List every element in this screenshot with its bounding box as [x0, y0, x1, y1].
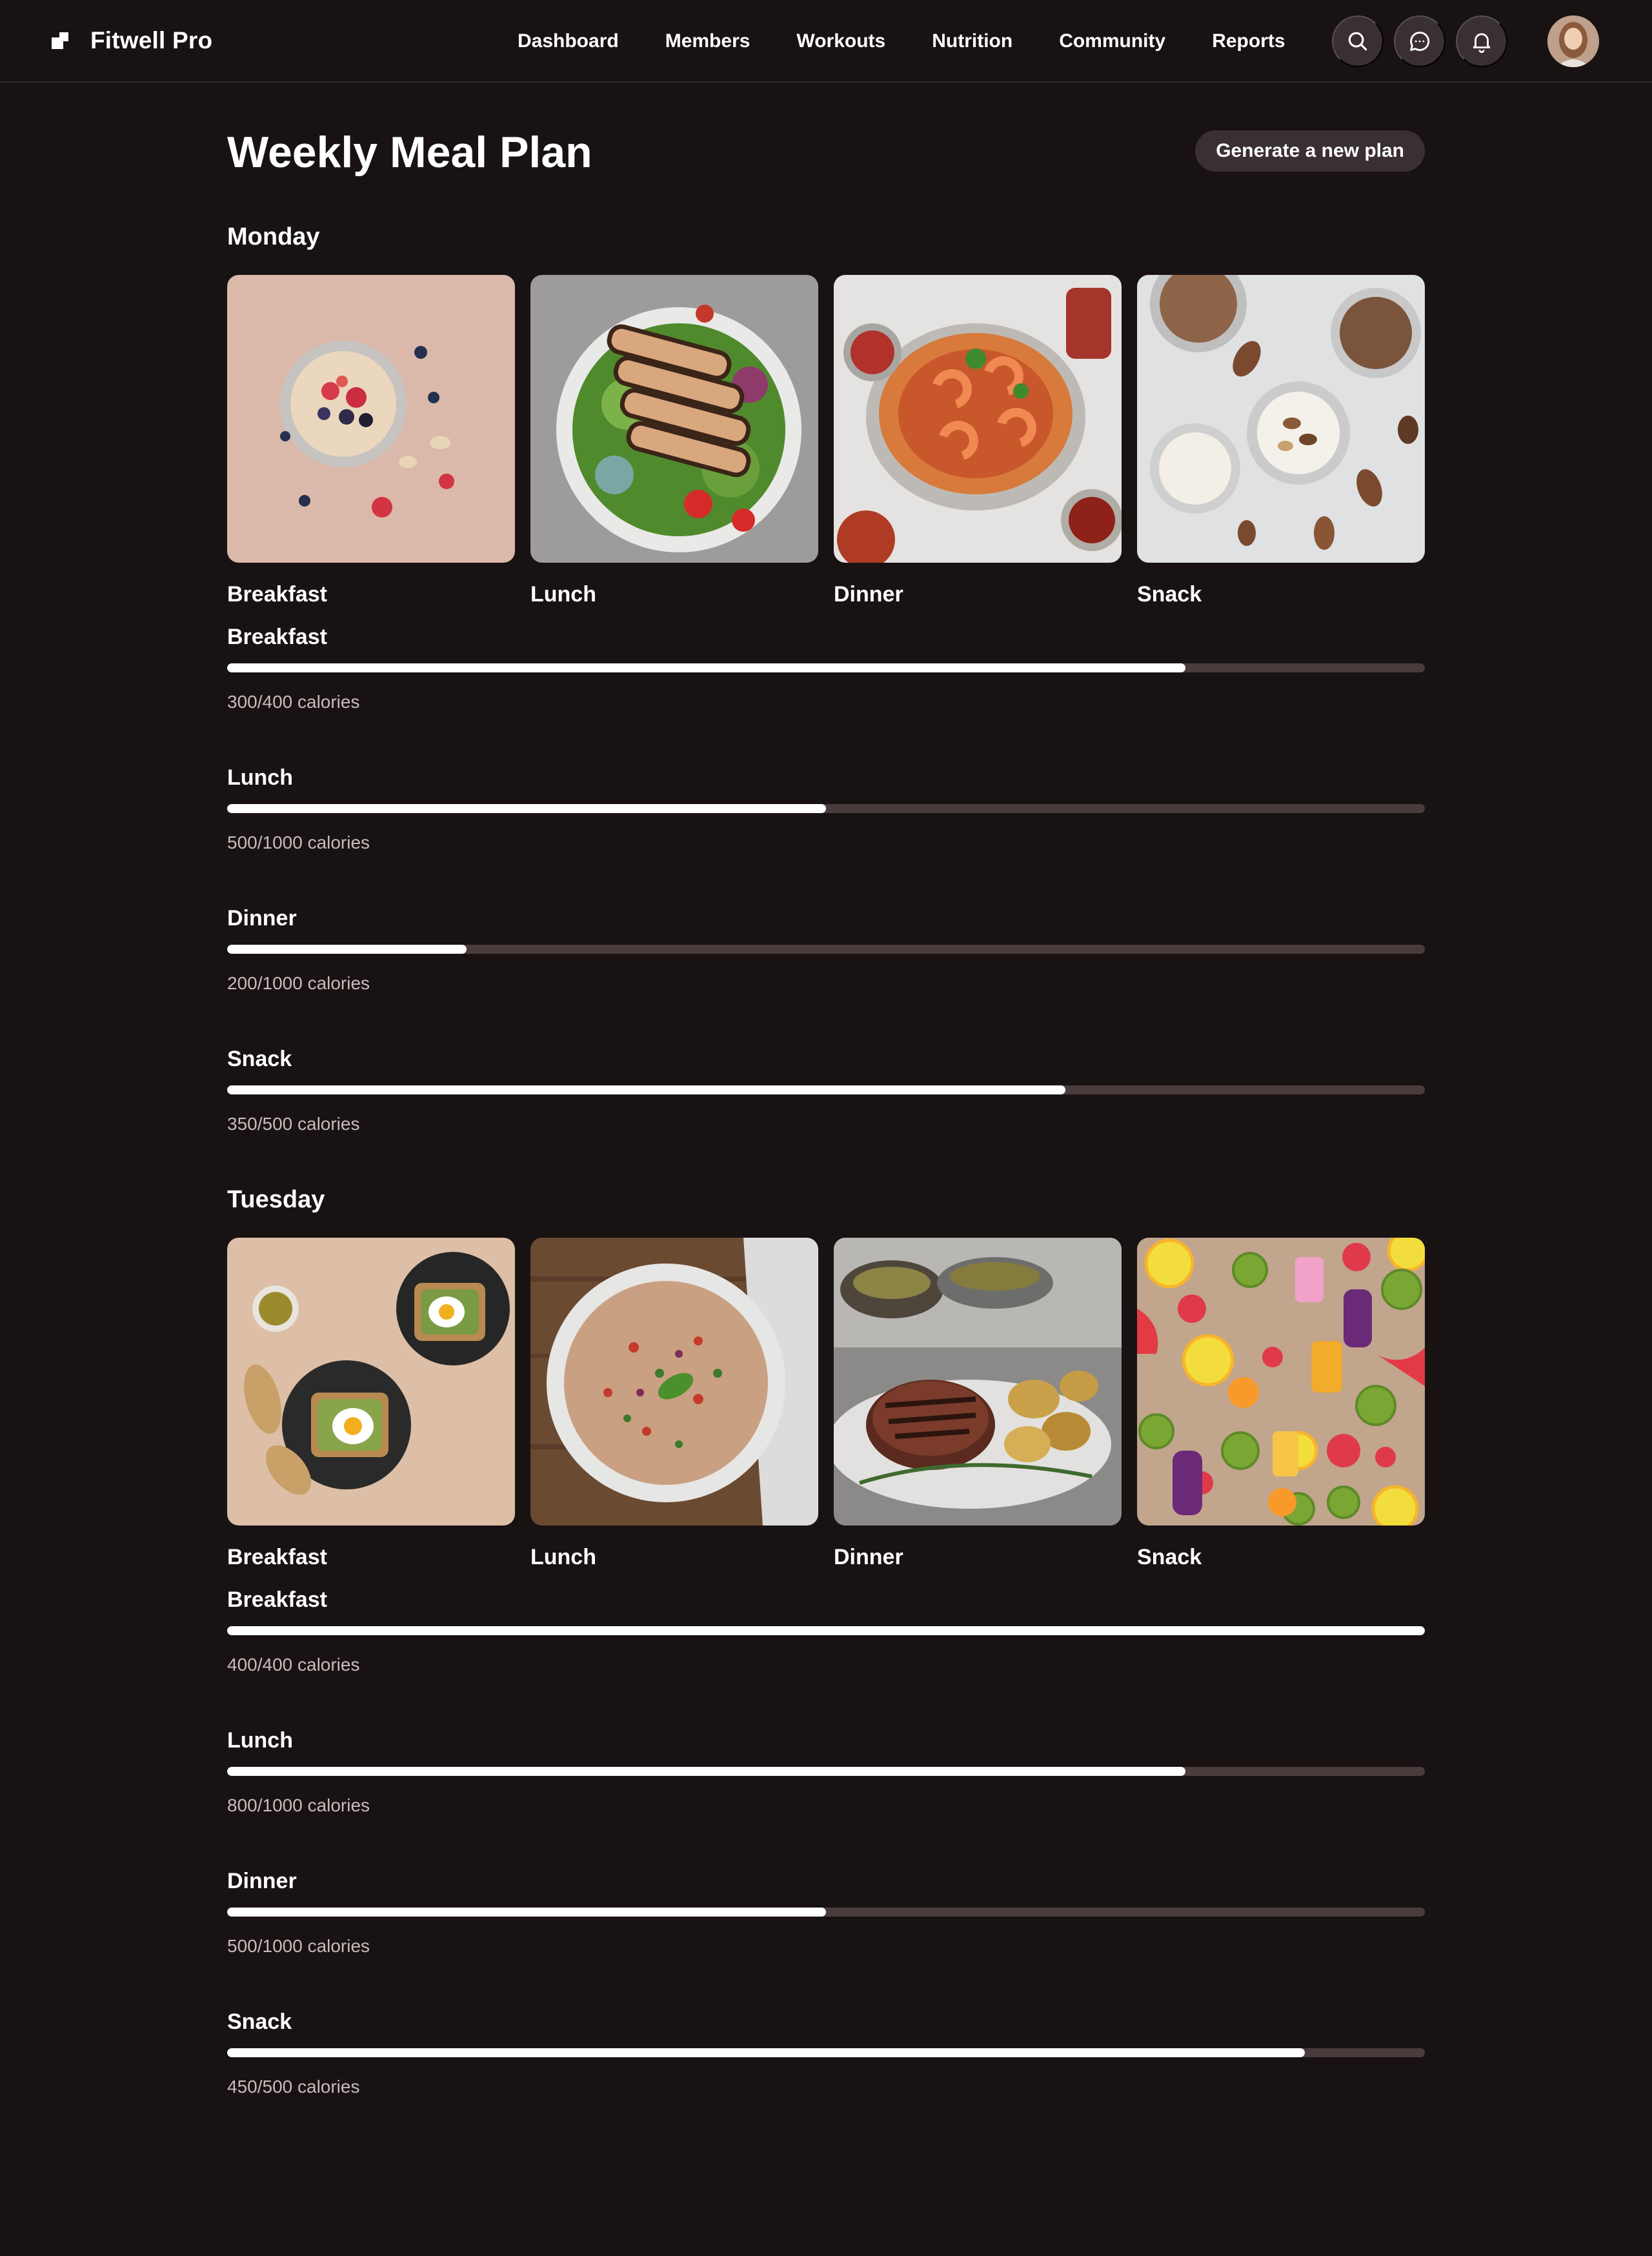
progress-item-dinner: Dinner 500/1000 calories — [227, 1869, 1425, 2009]
brand-logo-icon — [52, 32, 68, 49]
meal-card-snack[interactable]: Snack — [1137, 275, 1425, 607]
search-button[interactable] — [1332, 15, 1384, 67]
day-title: Monday — [227, 223, 320, 250]
progress-label: Lunch — [227, 1728, 293, 1753]
meal-card-lunch[interactable]: Lunch — [530, 1238, 818, 1569]
progress-label: Breakfast — [227, 1587, 327, 1612]
progress-bar — [227, 1626, 1425, 1635]
oatmeal-with-berries-image — [227, 275, 515, 563]
meal-grid: Breakfast Lunch Dinner Snack — [227, 1238, 1425, 1569]
progress-label: Snack — [227, 2009, 292, 2034]
nav-item-workouts[interactable]: Workouts — [796, 30, 885, 52]
grilled-chicken-salad-image — [530, 275, 818, 563]
progress-label: Snack — [227, 1047, 292, 1071]
calorie-text: 800/1000 calories — [227, 1795, 370, 1815]
brand-name: Fitwell Pro — [90, 27, 213, 54]
progress-item-breakfast: Breakfast 300/400 calories — [227, 625, 1425, 765]
nav-item-dashboard[interactable]: Dashboard — [518, 30, 619, 52]
progress-item-snack: Snack 450/500 calories — [227, 2009, 1425, 2150]
progress-item-snack: Snack 350/500 calories — [227, 1047, 1425, 1187]
top-navigation-bar: Fitwell Pro Dashboard Members Workouts N… — [0, 0, 1652, 83]
main-content: Weekly Meal Plan Generate a new plan Mon… — [227, 83, 1425, 2150]
progress-item-lunch: Lunch 500/1000 calories — [227, 765, 1425, 906]
fruits-and-smoothies-image — [1137, 1238, 1425, 1526]
meal-grid: Breakfast Lunch Dinner Snack — [227, 275, 1425, 607]
calorie-text: 350/500 calories — [227, 1114, 360, 1134]
calorie-progress-list: Breakfast 300/400 calories Lunch 500/100… — [227, 625, 1425, 1187]
page-header: Weekly Meal Plan Generate a new plan — [227, 83, 1425, 221]
meal-label: Breakfast — [227, 1545, 327, 1569]
day-section-tuesday: Tuesday Breakfast Lunch Dinner Snack Bre… — [227, 1183, 1425, 2150]
meal-label: Snack — [1137, 582, 1202, 607]
calorie-text: 500/1000 calories — [227, 1936, 370, 1956]
progress-item-lunch: Lunch 800/1000 calories — [227, 1728, 1425, 1869]
progress-label: Dinner — [227, 1869, 297, 1893]
progress-bar — [227, 1767, 1425, 1776]
steak-with-potatoes-image — [834, 1238, 1122, 1526]
progress-fill — [227, 1085, 1066, 1094]
progress-fill — [227, 804, 826, 813]
messages-button[interactable] — [1394, 15, 1446, 67]
day-section-monday: Monday Breakfast Lunch Dinner Snack Brea… — [227, 221, 1425, 1187]
day-title: Tuesday — [227, 1186, 325, 1213]
meal-card-breakfast[interactable]: Breakfast — [227, 275, 515, 607]
avatar-icon — [1547, 15, 1599, 67]
progress-bar — [227, 2048, 1425, 2057]
meal-card-snack[interactable]: Snack — [1137, 1238, 1425, 1569]
calorie-text: 300/400 calories — [227, 692, 360, 712]
progress-fill — [227, 945, 467, 954]
meal-label: Breakfast — [227, 582, 327, 607]
progress-item-breakfast: Breakfast 400/400 calories — [227, 1587, 1425, 1728]
quinoa-salad-image — [530, 1238, 818, 1526]
progress-bar — [227, 1908, 1425, 1917]
calorie-text: 450/500 calories — [227, 2077, 360, 2097]
nav-item-nutrition[interactable]: Nutrition — [932, 30, 1012, 52]
meal-card-dinner[interactable]: Dinner — [834, 275, 1122, 607]
progress-fill — [227, 2048, 1305, 2057]
progress-label: Dinner — [227, 906, 297, 931]
bell-icon — [1473, 33, 1491, 53]
progress-bar — [227, 1085, 1425, 1094]
calorie-text: 400/400 calories — [227, 1655, 360, 1675]
meal-label: Lunch — [530, 582, 596, 607]
nav-item-community[interactable]: Community — [1059, 30, 1165, 52]
nav-item-reports[interactable]: Reports — [1212, 30, 1285, 52]
search-icon — [1348, 32, 1367, 51]
progress-fill — [227, 663, 1185, 672]
notifications-button[interactable] — [1456, 15, 1507, 67]
calorie-text: 200/1000 calories — [227, 973, 370, 993]
calorie-progress-list: Breakfast 400/400 calories Lunch 800/100… — [227, 1587, 1425, 2150]
progress-bar — [227, 945, 1425, 954]
nav-item-members[interactable]: Members — [665, 30, 750, 52]
progress-bar — [227, 804, 1425, 813]
main-nav: Dashboard Members Workouts Nutrition Com… — [518, 0, 1285, 83]
meal-label: Snack — [1137, 1545, 1202, 1569]
chat-icon — [1410, 32, 1430, 51]
brand[interactable]: Fitwell Pro — [52, 27, 212, 54]
meal-card-lunch[interactable]: Lunch — [530, 275, 818, 607]
progress-fill — [227, 1767, 1185, 1776]
meal-label: Dinner — [834, 1545, 903, 1569]
avocado-toast-with-eggs-image — [227, 1238, 515, 1526]
meal-label: Lunch — [530, 1545, 596, 1569]
shrimp-pasta-image — [834, 275, 1122, 563]
progress-fill — [227, 1626, 1425, 1635]
meal-card-breakfast[interactable]: Breakfast — [227, 1238, 515, 1569]
progress-bar — [227, 663, 1425, 672]
progress-label: Lunch — [227, 765, 293, 790]
progress-label: Breakfast — [227, 625, 327, 649]
meal-label: Dinner — [834, 582, 903, 607]
progress-item-dinner: Dinner 200/1000 calories — [227, 906, 1425, 1047]
meal-card-dinner[interactable]: Dinner — [834, 1238, 1122, 1569]
calorie-text: 500/1000 calories — [227, 832, 370, 852]
yogurt-and-nuts-image — [1137, 275, 1425, 563]
page-title: Weekly Meal Plan — [227, 128, 592, 177]
generate-plan-button[interactable]: Generate a new plan — [1195, 130, 1425, 172]
user-avatar[interactable] — [1547, 15, 1599, 67]
progress-fill — [227, 1908, 826, 1917]
